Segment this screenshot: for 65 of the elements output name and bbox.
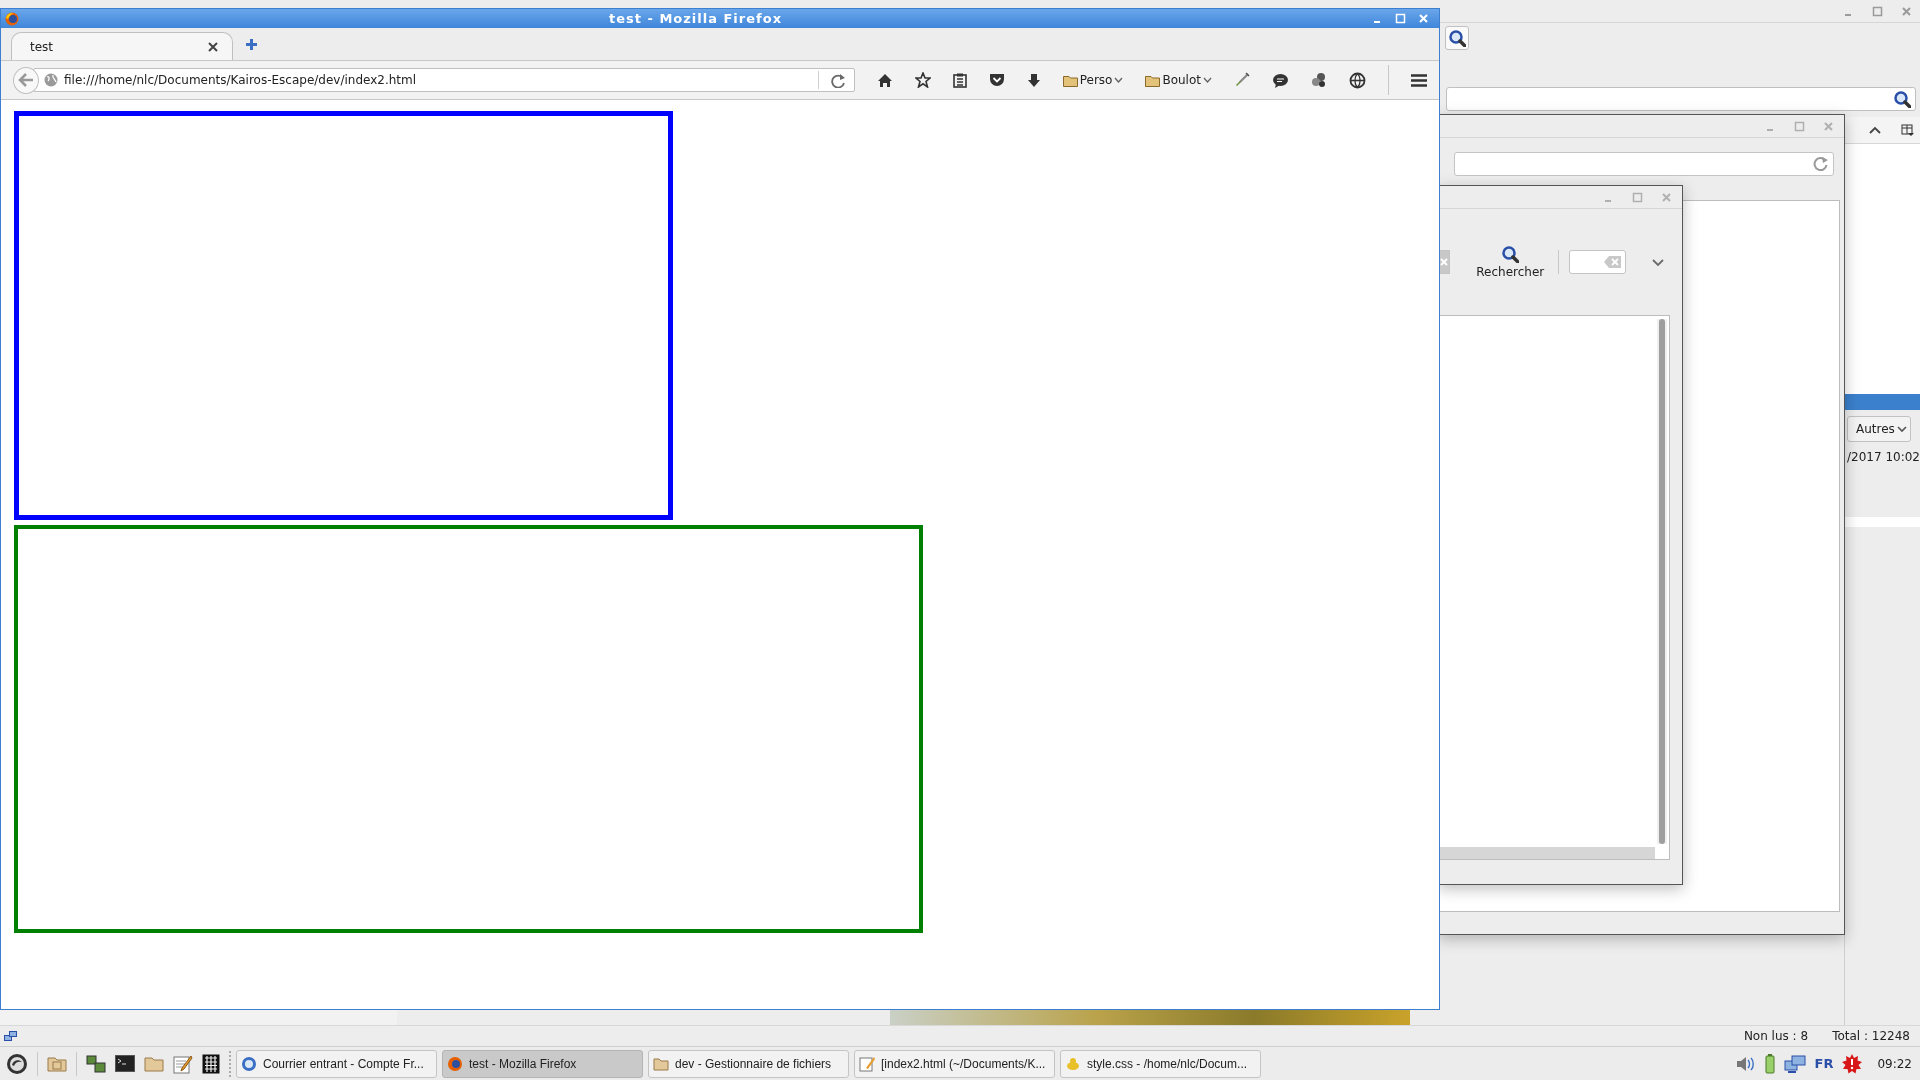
address-field[interactable]	[1454, 152, 1834, 176]
folder-icon[interactable]	[47, 1055, 67, 1072]
folder-icon	[1145, 73, 1161, 87]
taskbar-button[interactable]: style.css - /home/nlc/Docum...	[1060, 1049, 1261, 1078]
maximize-icon[interactable]	[1872, 5, 1883, 17]
bookmark-folder-button[interactable]: Perso	[1062, 73, 1124, 87]
search-icon[interactable]	[1893, 90, 1911, 108]
column-picker-icon[interactable]	[1901, 123, 1915, 137]
more-button[interactable]: Autres	[1847, 416, 1911, 442]
shield-icon[interactable]	[988, 73, 1005, 87]
reload-icon[interactable]	[1813, 156, 1829, 172]
search-icon	[1501, 245, 1520, 263]
dots-icon[interactable]	[1311, 72, 1327, 88]
caret-icon	[1896, 425, 1907, 433]
calculator-icon[interactable]	[202, 1053, 220, 1074]
notepad-icon[interactable]	[173, 1053, 193, 1074]
start-menu-icon[interactable]	[6, 1052, 28, 1075]
address-bar[interactable]: file:///home/nlc/Documents/Kairos-Escape/dev/index2.html	[33, 68, 855, 92]
chevron-down-icon[interactable]	[1652, 257, 1664, 267]
caret-icon	[1114, 77, 1124, 83]
close-icon[interactable]	[208, 41, 218, 52]
browser-icon	[447, 1055, 463, 1072]
bookmark-folder-button[interactable]: Boulot	[1145, 73, 1212, 87]
unread-count: Non lus : 8	[1743, 1029, 1809, 1043]
down-arrow-icon[interactable]	[1026, 72, 1041, 88]
taskbar-button[interactable]: Courrier entrant - Compte Fr...	[236, 1049, 437, 1078]
clock: 09:22	[1877, 1056, 1912, 1071]
folder-icon	[653, 1055, 669, 1072]
scrollbar[interactable]	[1657, 319, 1667, 844]
notepad-icon	[859, 1055, 875, 1072]
search-field[interactable]	[1569, 250, 1626, 274]
online-status-icon[interactable]	[4, 1029, 18, 1043]
caret-icon	[1203, 77, 1212, 83]
home-icon[interactable]	[876, 72, 893, 88]
plus-icon[interactable]	[245, 37, 258, 51]
reload-icon[interactable]	[830, 72, 846, 88]
brush-icon[interactable]	[1234, 72, 1250, 88]
globe-icon	[44, 73, 58, 87]
menu-icon[interactable]	[1411, 73, 1427, 87]
network-icon[interactable]	[1783, 1054, 1806, 1073]
scrollbar[interactable]	[1440, 847, 1655, 859]
taskbar-button[interactable]: dev - Gestionnaire de fichiers	[648, 1049, 849, 1078]
search-button[interactable]	[1445, 26, 1469, 50]
left-arrow-icon	[18, 73, 34, 87]
window-title: test - Mozilla Firefox	[607, 11, 784, 26]
browser-tab[interactable]: test	[11, 32, 233, 60]
terminal-icon[interactable]	[115, 1055, 135, 1072]
keyboard-layout[interactable]: FR	[1814, 1056, 1834, 1071]
alert-icon[interactable]	[1842, 1053, 1863, 1074]
star-icon[interactable]	[914, 72, 931, 88]
search-field[interactable]	[1446, 87, 1916, 111]
speech-bubble-icon[interactable]	[1272, 72, 1289, 88]
message-date: /2017 10:02	[1847, 450, 1920, 464]
folder-icon	[1062, 73, 1078, 87]
back-button[interactable]	[13, 66, 39, 94]
speaker-icon[interactable]	[1735, 1054, 1756, 1073]
search-button[interactable]: Rechercher	[1472, 245, 1549, 279]
taskbar-button[interactable]: test - Mozilla Firefox	[442, 1049, 643, 1078]
chevron-up-icon[interactable]	[1869, 125, 1881, 135]
clipboard-icon[interactable]	[952, 72, 967, 88]
total-count: Total : 12248	[1832, 1029, 1910, 1043]
browser-logo-icon	[5, 11, 19, 26]
battery-icon[interactable]	[1764, 1053, 1775, 1074]
globe-icon[interactable]	[1349, 71, 1366, 89]
taskbar-button[interactable]: [index2.html (~/Documents/K...	[854, 1049, 1055, 1078]
